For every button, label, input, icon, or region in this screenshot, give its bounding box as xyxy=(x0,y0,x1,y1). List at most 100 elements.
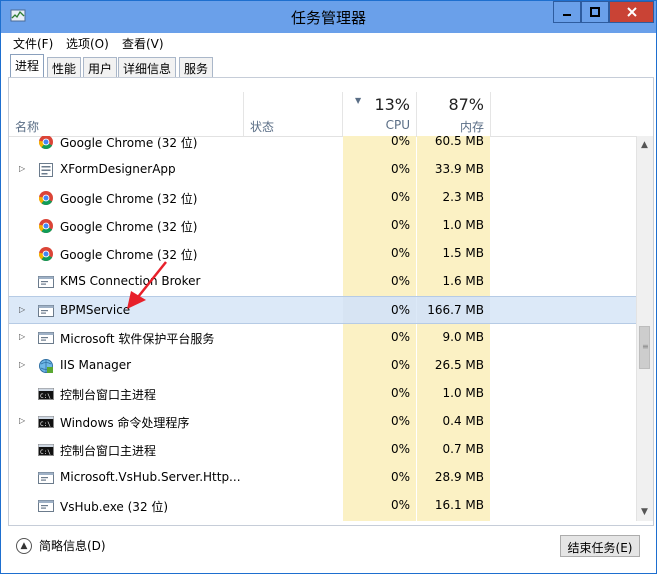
memory-total-percent: 87% xyxy=(448,95,484,114)
menu-bar: 文件(F) 选项(O) 查看(V) xyxy=(1,33,656,53)
window-app-icon xyxy=(38,498,54,514)
process-row[interactable]: VsHub.exe (32 位) 0% 16.1 MB xyxy=(9,492,639,520)
expand-arrow-icon[interactable]: ▷ xyxy=(19,416,25,425)
cpu-cell: 0% xyxy=(343,324,416,352)
memory-cell: 0.7 MB xyxy=(417,436,490,464)
cpu-value: 0% xyxy=(390,386,410,400)
maximize-button[interactable] xyxy=(581,1,609,23)
chrome-icon xyxy=(38,218,54,234)
tab-details[interactable]: 详细信息 xyxy=(118,57,177,77)
process-name: Google Chrome (32 位) xyxy=(60,192,198,206)
menu-options[interactable]: 选项(O) xyxy=(66,35,109,52)
process-name: IIS Manager xyxy=(60,358,132,372)
memory-label: 内存 xyxy=(459,120,484,134)
column-status[interactable]: 状态 xyxy=(250,118,274,135)
process-name: Google Chrome (32 位) xyxy=(60,248,198,262)
process-name: Microsoft.VsHub.Server.Http... xyxy=(60,470,241,484)
cpu-cell: 0% xyxy=(343,492,416,520)
column-cpu[interactable]: ▼ 13% CPU xyxy=(343,78,416,136)
expand-arrow-icon[interactable]: ▷ xyxy=(19,305,25,314)
cpu-value: 0% xyxy=(390,470,410,484)
close-icon xyxy=(626,7,637,17)
cpu-value: 0% xyxy=(390,162,410,176)
tab-services[interactable]: 服务 xyxy=(179,57,214,77)
sort-down-icon: ▼ xyxy=(355,96,362,105)
menu-view[interactable]: 查看(V) xyxy=(122,35,164,52)
process-row[interactable]: Google Chrome (32 位) 0% 60.5 MB xyxy=(9,136,639,156)
chrome-icon xyxy=(38,246,54,262)
memory-value: 0.4 MB xyxy=(442,414,484,428)
tab-users[interactable]: 用户 xyxy=(83,57,118,77)
process-row[interactable]: Microsoft.VsHub.Server.Http... 0% 28.9 MB xyxy=(9,464,639,492)
cpu-total-percent: 13% xyxy=(374,95,410,114)
console-icon: C:\ xyxy=(38,442,54,458)
cpu-cell: 0% xyxy=(343,212,416,240)
memory-value: 9.0 MB xyxy=(442,330,484,344)
memory-cell: 1.6 MB xyxy=(417,268,490,296)
tab-performance[interactable]: 性能 xyxy=(47,57,82,77)
cpu-value: 0% xyxy=(390,218,410,232)
minimize-button[interactable] xyxy=(553,1,581,23)
window-app-icon xyxy=(38,470,54,486)
memory-value: 1.0 MB xyxy=(442,218,484,232)
scroll-thumb[interactable]: ≡ xyxy=(639,326,650,369)
form-app-icon xyxy=(38,162,54,178)
memory-value: 0.7 MB xyxy=(442,442,484,456)
expand-arrow-icon[interactable]: ▷ xyxy=(19,360,25,369)
memory-cell: 1.0 MB xyxy=(417,380,490,408)
grip-icon: ≡ xyxy=(642,342,649,351)
menu-file[interactable]: 文件(F) xyxy=(13,35,53,52)
process-row[interactable]: Google Chrome (32 位) 0% 1.0 MB xyxy=(9,212,639,240)
memory-value: 166.7 MB xyxy=(427,303,484,317)
tab-processes[interactable]: 进程 xyxy=(10,54,45,78)
memory-value: 60.5 MB xyxy=(434,136,484,148)
process-name: 控制台窗口主进程 xyxy=(60,444,157,458)
scroll-down-icon[interactable]: ▼ xyxy=(641,507,648,517)
cpu-cell: 0% xyxy=(343,156,416,184)
expand-arrow-icon[interactable]: ▷ xyxy=(19,332,25,341)
console-icon: C:\ xyxy=(38,414,54,430)
svg-text:C:\: C:\ xyxy=(40,449,51,456)
column-memory[interactable]: 87% 内存 xyxy=(417,78,490,136)
cpu-cell: 0% xyxy=(343,380,416,408)
memory-cell: 1.5 MB xyxy=(417,240,490,268)
memory-cell: 0.4 MB xyxy=(417,408,490,436)
process-row[interactable]: ▷ XFormDesignerApp 0% 33.9 MB xyxy=(9,156,639,184)
expand-arrow-icon[interactable]: ▷ xyxy=(19,164,25,173)
column-divider[interactable] xyxy=(490,92,491,136)
column-divider[interactable] xyxy=(243,92,244,136)
process-name: Microsoft 软件保护平台服务 xyxy=(60,332,215,346)
maximize-icon xyxy=(590,7,600,17)
memory-value: 2.3 MB xyxy=(442,190,484,204)
cpu-cell: 0% xyxy=(343,136,416,156)
cpu-cell: 0% xyxy=(343,240,416,268)
process-row[interactable]: C:\ 控制台窗口主进程 0% 1.0 MB xyxy=(9,380,639,408)
process-name: KMS Connection Broker xyxy=(60,274,201,288)
process-row[interactable]: ▷ Microsoft 软件保护平台服务 0% 9.0 MB xyxy=(9,324,639,352)
process-row[interactable]: ▷ BPMService 0% 166.7 MB xyxy=(9,296,639,324)
memory-value: 33.9 MB xyxy=(434,162,484,176)
memory-value: 26.5 MB xyxy=(434,358,484,372)
end-task-button[interactable]: 结束任务(E) xyxy=(560,535,640,557)
process-list: 名称 状态 ▼ 13% CPU 87% 内存 Google Chrome (32… xyxy=(8,77,654,526)
memory-cell: 166.7 MB xyxy=(417,297,490,323)
column-name[interactable]: 名称 xyxy=(15,118,39,135)
svg-text:C:\: C:\ xyxy=(40,393,51,400)
cpu-value: 0% xyxy=(390,246,410,260)
close-button[interactable] xyxy=(609,1,654,23)
process-row[interactable]: Google Chrome (32 位) 0% 2.3 MB xyxy=(9,184,639,212)
process-row[interactable]: KMS Connection Broker 0% 1.6 MB xyxy=(9,268,639,296)
title-bar[interactable]: 任务管理器 xyxy=(1,1,656,33)
vertical-scrollbar[interactable]: ▲ ≡ ▼ xyxy=(636,136,653,521)
process-row[interactable]: ▷ IIS Manager 0% 26.5 MB xyxy=(9,352,639,380)
process-row[interactable]: ▷ C:\ Windows 命令处理程序 0% 0.4 MB xyxy=(9,408,639,436)
process-name: XFormDesignerApp xyxy=(60,162,176,176)
fewer-details-toggle[interactable]: ▲ 简略信息(D) xyxy=(16,537,106,554)
process-row[interactable]: Google Chrome (32 位) 0% 1.5 MB xyxy=(9,240,639,268)
process-name: 控制台窗口主进程 xyxy=(60,388,157,402)
process-row[interactable]: C:\ 控制台窗口主进程 0% 0.7 MB xyxy=(9,436,639,464)
column-header: 名称 状态 ▼ 13% CPU 87% 内存 xyxy=(9,78,653,137)
process-name: BPMService xyxy=(60,303,131,317)
cpu-value: 0% xyxy=(390,358,410,372)
scroll-up-icon[interactable]: ▲ xyxy=(641,140,648,150)
